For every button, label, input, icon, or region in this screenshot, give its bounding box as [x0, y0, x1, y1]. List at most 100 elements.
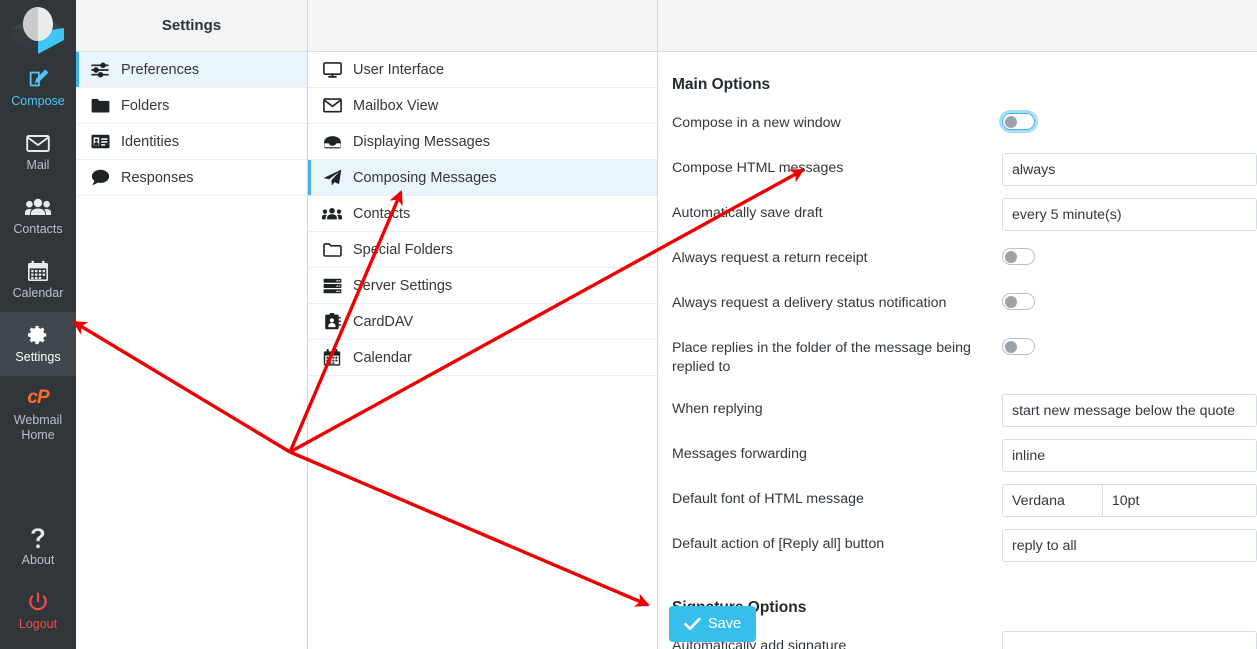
signature-options-heading: Signature Options [672, 599, 807, 616]
envelope-icon [26, 131, 50, 155]
checkmark-icon [684, 617, 701, 631]
select-automatically-save-draft[interactable]: every 5 minute(s) [1002, 198, 1257, 231]
server-icon [322, 278, 342, 294]
toggle-place-replies-in-folder[interactable] [1002, 338, 1035, 355]
sidebar-item-label: Identities [121, 133, 180, 150]
people-icon [25, 195, 51, 219]
select-when-replying[interactable]: start new message below the quote [1002, 394, 1257, 427]
monitor-icon [322, 61, 342, 78]
task-item-about[interactable]: About [0, 515, 76, 579]
id-card-icon [90, 134, 110, 149]
gear-icon [27, 323, 49, 347]
task-item-label: Contacts [13, 222, 63, 236]
form-label: Always request a return receipt [672, 250, 868, 266]
form-row-automatically-add-signature: Automatically add signature [672, 631, 1257, 649]
sidebar-item-label: Preferences [121, 61, 200, 78]
save-button-label: Save [708, 616, 742, 632]
page-title: Settings [161, 17, 222, 34]
sidebar-item-server-settings[interactable]: Server Settings [308, 268, 657, 304]
form-label: Messages forwarding [672, 446, 807, 462]
form-row-automatically-save-draft: Automatically save draft every 5 minute(… [672, 198, 1257, 242]
sidebar-item-label: Folders [121, 97, 170, 114]
sidebar-item-label: Calendar [353, 349, 412, 366]
sidebar-item-contacts[interactable]: Contacts [308, 196, 657, 232]
sidebar-item-label: Mailbox View [353, 97, 439, 114]
envelope-icon [322, 98, 342, 113]
sidebar-item-responses[interactable]: Responses [76, 160, 307, 196]
form-row-compose-html-messages: Compose HTML messages always [672, 153, 1257, 197]
power-icon [27, 590, 49, 614]
form-label: Default action of [Reply all] button [672, 536, 885, 552]
task-bar: Compose Mail Contacts Calendar Settings … [0, 0, 76, 649]
toggle-always-request-return-receipt[interactable] [1002, 248, 1035, 265]
select-default-font-size[interactable]: 10pt [1102, 484, 1257, 517]
task-item-compose[interactable]: Compose [0, 56, 76, 120]
sidebar-item-folders[interactable]: Folders [76, 88, 307, 124]
sidebar-item-label: CardDAV [353, 313, 414, 330]
select-default-font-family[interactable]: Verdana [1002, 484, 1103, 517]
save-button[interactable]: Save [669, 606, 757, 642]
composing-messages-form: Main Options Compose in a new window Com… [658, 52, 1257, 649]
form-label: Place replies in the folder of the messa… [672, 340, 971, 375]
sidebar-item-label: Special Folders [353, 241, 453, 258]
calendar-icon [27, 259, 49, 283]
sidebar-item-label: Contacts [353, 205, 411, 222]
main-options-heading: Main Options [672, 76, 771, 93]
sidebar-item-identities[interactable]: Identities [76, 124, 307, 160]
sidebar-item-mailbox-view[interactable]: Mailbox View [308, 88, 657, 124]
task-item-label-line1: Webmail [13, 412, 63, 427]
form-row-return-receipt: Always request a return receipt [672, 243, 1257, 287]
sidebar-item-user-interface[interactable]: User Interface [308, 52, 657, 88]
select-default-reply-all-action[interactable]: reply to all [1002, 529, 1257, 562]
paper-plane-icon [322, 169, 342, 186]
select-messages-forwarding[interactable]: inline [1002, 439, 1257, 472]
sliders-icon [90, 62, 110, 78]
form-label: Compose HTML messages [672, 160, 844, 176]
compose-icon [27, 67, 49, 91]
sidebar-item-displaying-messages[interactable]: Displaying Messages [308, 124, 657, 160]
form-label: Automatically save draft [672, 205, 823, 221]
form-label: Compose in a new window [672, 115, 841, 131]
form-row-default-font: Default font of HTML message Verdana 10p… [672, 484, 1257, 528]
sidebar-item-label: Responses [121, 169, 194, 186]
inbox-icon [322, 135, 342, 149]
calendar-icon [322, 349, 342, 366]
sidebar-item-preferences[interactable]: Preferences [76, 52, 307, 88]
form-row-compose-in-new-window: Compose in a new window [672, 108, 1257, 152]
preferences-sections-column: User Interface Mailbox View Displaying M… [308, 0, 658, 649]
roundcube-logo [0, 0, 76, 56]
task-item-contacts[interactable]: Contacts [0, 184, 76, 248]
address-book-icon [322, 313, 342, 330]
task-item-calendar[interactable]: Calendar [0, 248, 76, 312]
sidebar-item-label: Server Settings [353, 277, 453, 294]
task-item-label-line2: Home [21, 427, 55, 442]
task-item-mail[interactable]: Mail [0, 120, 76, 184]
task-item-label: Mail [26, 158, 50, 172]
sidebar-item-label: User Interface [353, 61, 445, 78]
task-item-label: Logout [18, 617, 58, 631]
task-item-label: Settings [15, 350, 61, 364]
sidebar-item-composing-messages[interactable]: Composing Messages [308, 160, 657, 196]
task-item-label: About [21, 553, 55, 567]
task-item-logout[interactable]: Logout [0, 579, 76, 643]
folder-filled-icon [90, 98, 110, 113]
form-row-default-reply-all-action: Default action of [Reply all] button rep… [672, 529, 1257, 573]
task-item-label: Compose [11, 94, 65, 108]
form-row-messages-forwarding: Messages forwarding inline [672, 439, 1257, 483]
sidebar-item-special-folders[interactable]: Special Folders [308, 232, 657, 268]
folder-outline-icon [322, 242, 342, 257]
task-list: Compose Mail Contacts Calendar Settings … [0, 56, 76, 452]
select-compose-html-messages[interactable]: always [1002, 153, 1257, 186]
form-label: When replying [672, 401, 763, 417]
toggle-compose-in-new-window[interactable] [999, 110, 1038, 133]
select-automatically-add-signature[interactable] [1002, 631, 1257, 649]
content-pane: Main Options Compose in a new window Com… [658, 0, 1257, 649]
task-item-settings[interactable]: Settings [0, 312, 76, 376]
form-row-when-replying: When replying start new message below th… [672, 394, 1257, 438]
cpanel-icon: cP [27, 386, 49, 408]
sidebar-item-carddav[interactable]: CardDAV [308, 304, 657, 340]
toggle-always-request-delivery-status[interactable] [1002, 293, 1035, 310]
task-item-webmail-home[interactable]: cP Webmail Home [0, 376, 76, 452]
sidebar-item-calendar[interactable]: Calendar [308, 340, 657, 376]
speech-bubble-icon [90, 169, 110, 186]
